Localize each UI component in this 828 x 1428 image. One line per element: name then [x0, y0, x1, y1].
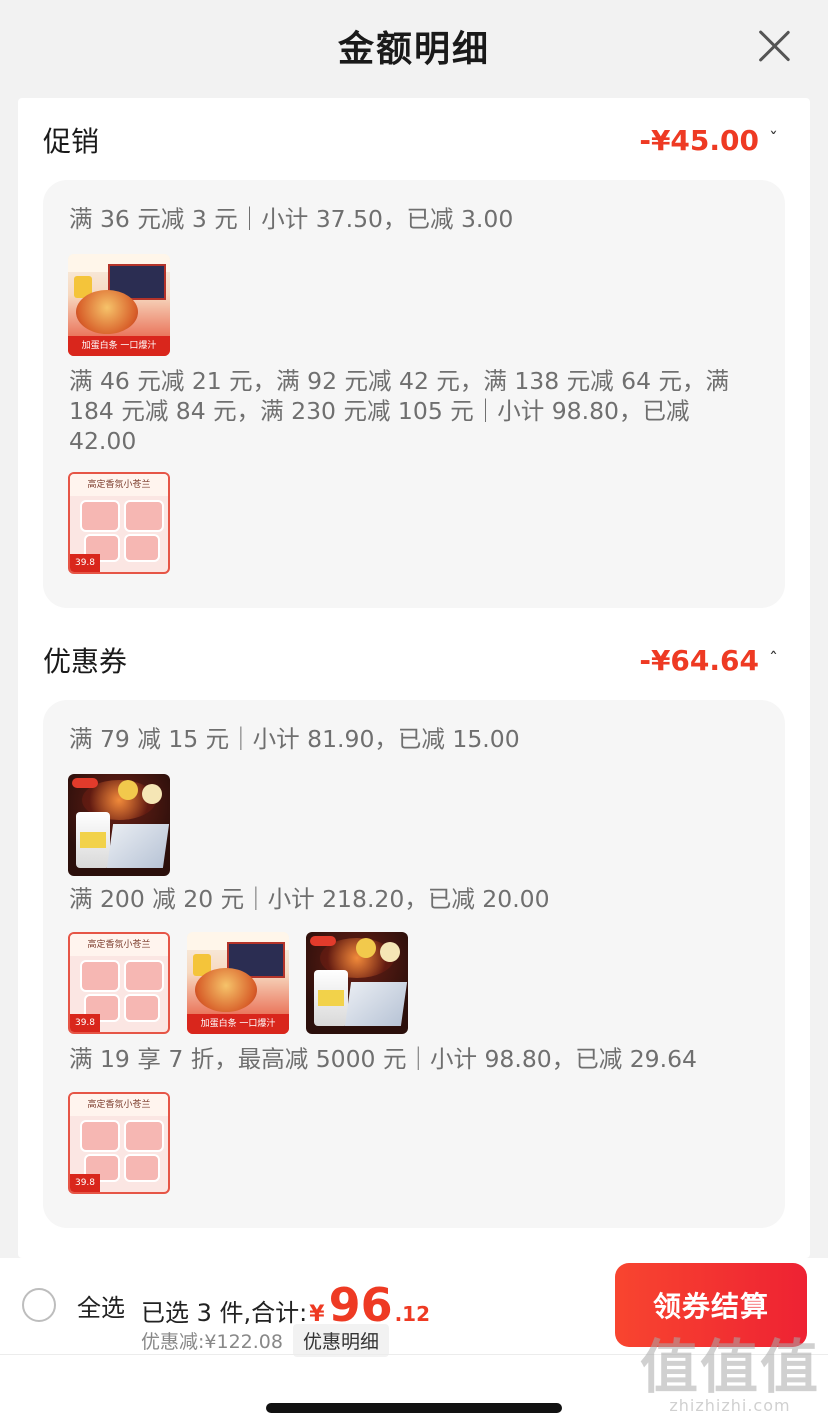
- checkout-bar: 全选 已选 3 件,合计: ¥ 96 .12 优惠减:¥122.08 优惠明细 …: [0, 1258, 828, 1428]
- coupon-rule-3: 满 19 享 7 折，最高减 5000 元｜小计 98.80，已减 29.64: [69, 1045, 697, 1073]
- discount-amount: 优惠减:¥122.08: [141, 1331, 283, 1353]
- promotion-amount: -¥45.00: [639, 123, 759, 157]
- promotion-title: 促销: [43, 125, 100, 158]
- promotion-amount-toggle[interactable]: -¥45.00 ˇ: [639, 124, 778, 157]
- coupon-amount-toggle[interactable]: -¥64.64 ˆ: [639, 644, 778, 677]
- product-thumbnail[interactable]: [306, 932, 408, 1034]
- product-caption: 高定香氛小苍兰: [87, 480, 151, 490]
- total-integer: 96: [328, 1278, 393, 1332]
- promotion-rule-2: 满 46 元减 21 元，满 92 元减 42 元，满 138 元减 64 元，…: [69, 367, 730, 455]
- product-thumbnail[interactable]: 高定香氛小苍兰 39.8: [68, 1092, 170, 1194]
- product-caption: 高定香氛小苍兰: [87, 940, 151, 950]
- amount-detail-sheet: 金额明细 促销 -¥45.00 ˇ 满 36 元减 3 元｜小计 37.50，已…: [0, 0, 828, 1428]
- sheet-header: 金额明细: [0, 0, 828, 98]
- chevron-down-icon: ˇ: [769, 129, 778, 150]
- order-summary: 已选 3 件,合计: ¥ 96 .12: [141, 1282, 430, 1328]
- select-all-radio[interactable]: [22, 1288, 56, 1322]
- detail-content: 促销 -¥45.00 ˇ 满 36 元减 3 元｜小计 37.50，已减 3.0…: [18, 98, 810, 1258]
- chevron-up-icon: ˆ: [769, 649, 778, 670]
- product-caption: 高定香氛小苍兰: [87, 1100, 151, 1110]
- coupon-amount: -¥64.64: [639, 643, 759, 677]
- promotion-group-box: 满 36 元减 3 元｜小计 37.50，已减 3.00 加蛋白条 一口爆汁 满…: [43, 180, 785, 608]
- product-price: 39.8: [74, 1018, 96, 1028]
- watermark-glyphs: 值值值: [639, 1333, 820, 1401]
- product-caption: 加蛋白条 一口爆汁: [200, 1019, 276, 1029]
- product-thumbnail[interactable]: 高定香氛小苍兰 39.8: [68, 932, 170, 1034]
- coupon-title: 优惠券: [43, 645, 128, 678]
- product-thumbnail[interactable]: [68, 774, 170, 876]
- summary-label: 已选 3 件,合计:: [141, 1299, 308, 1327]
- discount-row: 优惠减:¥122.08 优惠明细: [141, 1324, 389, 1357]
- product-price: 39.8: [74, 1178, 96, 1188]
- product-caption: 加蛋白条 一口爆汁: [81, 341, 157, 351]
- select-all-label[interactable]: 全选: [77, 1288, 125, 1323]
- close-icon[interactable]: [756, 28, 792, 64]
- coupon-section-header[interactable]: 优惠券 -¥64.64 ˆ: [18, 630, 810, 690]
- coupon-rule-2: 满 200 减 20 元｜小计 218.20，已减 20.00: [69, 885, 550, 913]
- sheet-title: 金额明细: [337, 29, 490, 70]
- discount-detail-button[interactable]: 优惠明细: [292, 1324, 389, 1357]
- home-indicator[interactable]: [266, 1403, 562, 1413]
- coupon-rule-1: 满 79 减 15 元｜小计 81.90，已减 15.00: [69, 725, 520, 753]
- promotion-section-header[interactable]: 促销 -¥45.00 ˇ: [18, 110, 810, 170]
- product-thumbnail[interactable]: 高定香氛小苍兰 39.8: [68, 472, 170, 574]
- product-thumbnail[interactable]: 加蛋白条 一口爆汁: [68, 254, 170, 356]
- watermark: 值值值 zhizhizhi.com: [640, 1338, 820, 1415]
- total-decimal: .12: [394, 1302, 431, 1326]
- product-price: 39.8: [74, 558, 96, 568]
- coupon-group-box: 满 79 减 15 元｜小计 81.90，已减 15.00 满 200 减 20…: [43, 700, 785, 1228]
- product-thumbnail[interactable]: 加蛋白条 一口爆汁: [187, 932, 289, 1034]
- promotion-rule-1: 满 36 元减 3 元｜小计 37.50，已减 3.00: [69, 205, 514, 233]
